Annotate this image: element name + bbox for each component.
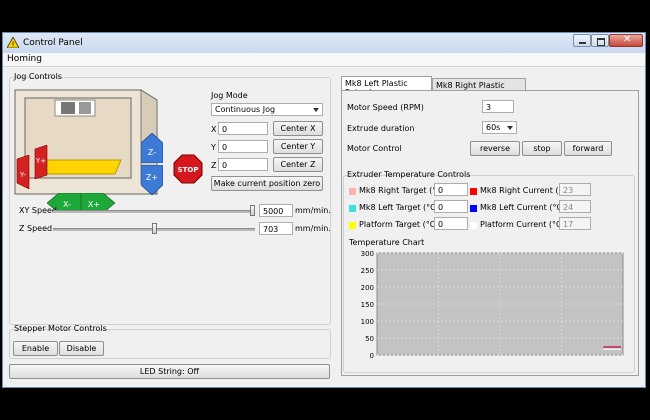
temperature-controls-label: Extruder Temperature Controls: [347, 170, 471, 179]
chart-y-tick-label: 100: [361, 318, 374, 326]
chevron-down-icon: [507, 126, 513, 130]
motor-control-label: Motor Control: [347, 144, 402, 153]
chart-y-tick-label: 0: [370, 352, 374, 360]
jog-mode-select[interactable]: Continuous Jog: [211, 103, 323, 116]
x-position-input[interactable]: 0: [218, 122, 268, 135]
x-minus-label: X-: [63, 200, 71, 209]
z-speed-slider-thumb[interactable]: [151, 223, 157, 234]
temperature-chart: 300 250 200 150 100 50 0: [361, 250, 624, 360]
close-icon: ✕: [623, 34, 632, 45]
close-button[interactable]: ✕: [609, 34, 643, 47]
maximize-icon: [597, 38, 605, 46]
led-string-button[interactable]: LED String: Off: [9, 364, 330, 379]
disable-button[interactable]: Disable: [59, 341, 104, 356]
extrude-duration-select[interactable]: 60s: [482, 121, 517, 134]
minimize-button[interactable]: [573, 34, 591, 47]
xy-speed-input[interactable]: 5000: [259, 204, 293, 217]
left-target-input[interactable]: 0: [434, 200, 468, 213]
extrude-duration-value: 60s: [486, 123, 501, 132]
tab-mk8-left-extruder[interactable]: Mk8 Left Plastic Extruder: [341, 76, 432, 97]
z-speed-input[interactable]: 703: [259, 222, 293, 235]
xy-speed-unit: mm/min.: [295, 206, 331, 215]
z-speed-unit: mm/min.: [295, 224, 331, 233]
app-warning-icon: !: [6, 36, 20, 50]
jog-mode-label: Jog Mode: [211, 91, 248, 100]
tab-mk8-right-extruder[interactable]: Mk8 Right Plastic Extruder: [432, 78, 526, 99]
minimize-icon: [579, 42, 586, 44]
right-current-swatch: [470, 188, 477, 195]
menu-homing[interactable]: Homing: [7, 54, 42, 64]
left-current-label: Mk8 Left Current (°C): [480, 203, 566, 212]
z-position-label: Z: [211, 161, 217, 170]
left-current-swatch: [470, 205, 477, 212]
motor-speed-label: Motor Speed (RPM): [347, 103, 424, 112]
right-current-value: 23: [559, 183, 591, 196]
chart-title: Temperature Chart: [349, 238, 425, 247]
svg-text:!: !: [12, 41, 15, 49]
z-minus-arrow[interactable]: Z-: [141, 133, 163, 163]
platform-target-swatch: [349, 222, 356, 229]
maximize-button[interactable]: [591, 34, 609, 47]
y-minus-arrow[interactable]: Y-: [15, 155, 31, 189]
motor-speed-input[interactable]: 3: [482, 100, 514, 113]
enable-button[interactable]: Enable: [13, 341, 58, 356]
stop-button[interactable]: STOP: [173, 154, 203, 184]
chart-y-tick-label: 200: [361, 284, 374, 292]
jog-mode-value: Continuous Jog: [215, 105, 276, 114]
forward-button[interactable]: forward: [564, 141, 612, 156]
z-position-input[interactable]: 0: [218, 158, 268, 171]
z-speed-label: Z Speed: [19, 224, 53, 233]
left-target-swatch: [349, 205, 356, 212]
window-title: Control Panel: [23, 38, 83, 48]
platform-target-input[interactable]: 0: [434, 217, 468, 230]
title-bar: ! Control Panel ✕: [3, 33, 645, 54]
center-x-button[interactable]: Center X: [273, 121, 323, 136]
y-position-label: Y: [211, 143, 216, 152]
stop-label: STOP: [178, 166, 199, 174]
right-target-input[interactable]: 0: [434, 183, 468, 196]
extrude-duration-label: Extrude duration: [347, 124, 415, 133]
x-position-label: X: [211, 125, 217, 134]
y-plus-label: Y+: [35, 157, 46, 165]
platform-target-label: Platform Target (°C): [359, 220, 439, 229]
y-minus-label: Y-: [19, 171, 26, 179]
xy-speed-label: XY Speed: [19, 206, 57, 215]
center-y-button[interactable]: Center Y: [273, 139, 323, 154]
platform-current-label: Platform Current (°C): [480, 220, 565, 229]
make-position-zero-button[interactable]: Make current position zero: [211, 176, 323, 191]
jog-controls-label: Jog Controls: [14, 72, 62, 81]
stepper-motor-label: Stepper Motor Controls: [14, 324, 107, 333]
xy-speed-slider-track[interactable]: [53, 210, 255, 213]
z-minus-label: Z-: [148, 148, 156, 157]
reverse-button[interactable]: reverse: [470, 141, 520, 156]
chart-y-tick-label: 300: [361, 250, 374, 258]
platform-current-value: 17: [559, 217, 591, 230]
extruder-stop-button[interactable]: stop: [522, 141, 562, 156]
control-panel-window: ! Control Panel ✕ Homing Jog Controls Y-…: [2, 32, 646, 388]
xy-speed-slider-thumb[interactable]: [250, 205, 255, 216]
right-current-label: Mk8 Right Current (°C): [480, 186, 572, 195]
left-current-value: 24: [559, 200, 591, 213]
chevron-down-icon: [313, 108, 319, 112]
chart-y-tick-label: 50: [365, 335, 374, 343]
y-position-input[interactable]: 0: [218, 140, 268, 153]
platform-current-swatch: [470, 222, 477, 229]
z-plus-arrow[interactable]: Z+: [141, 165, 163, 195]
right-target-label: Mk8 Right Target (°C): [359, 186, 445, 195]
x-plus-label: X+: [88, 200, 100, 209]
menu-bar: Homing: [3, 53, 645, 67]
center-z-button[interactable]: Center Z: [273, 157, 323, 172]
chart-y-tick-label: 250: [361, 267, 374, 275]
chart-y-tick-label: 150: [361, 301, 374, 309]
z-plus-label: Z+: [146, 173, 158, 182]
y-plus-arrow[interactable]: Y+: [33, 145, 49, 179]
left-target-label: Mk8 Left Target (°C): [359, 203, 439, 212]
right-target-swatch: [349, 188, 356, 195]
